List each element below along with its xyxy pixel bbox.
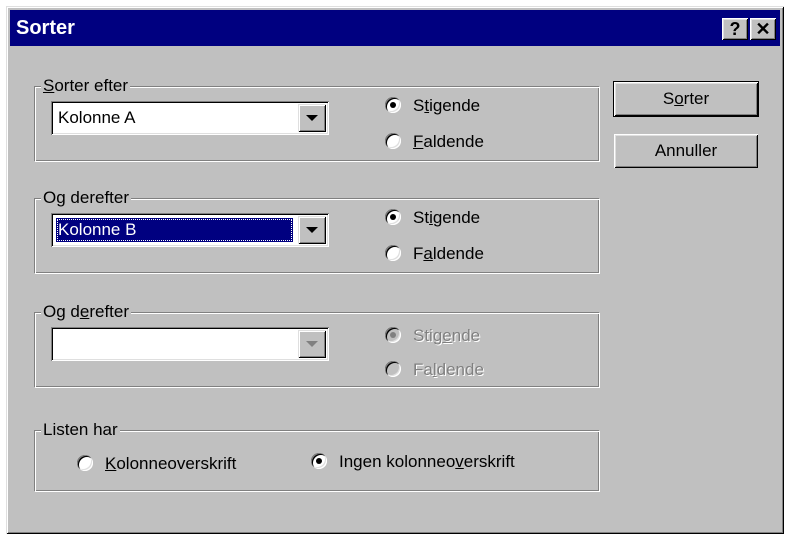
radio-icon bbox=[385, 97, 401, 113]
then-by-legend-2: Og derefter bbox=[41, 301, 132, 323]
then-by-combo-1-value: Kolonne B bbox=[56, 218, 293, 242]
then-by-1-ascending-label: Stigende bbox=[413, 208, 481, 227]
then-by-2-descending-label: Faldende bbox=[413, 360, 484, 379]
sort-by-legend: Sorter efter bbox=[41, 75, 131, 97]
sort-button[interactable]: Sorter bbox=[613, 81, 759, 117]
radio-icon bbox=[385, 361, 401, 377]
sort-by-ascending-label: Stigende bbox=[413, 96, 481, 115]
then-by-group-2: Og derefter Stigende Faldende bbox=[34, 301, 600, 388]
then-by-group-1: Og derefter Kolonne B Stigende Faldende bbox=[34, 187, 600, 274]
sort-dialog: Sorter ? ✕ Sorter efter Kolonne A Stigen… bbox=[6, 6, 784, 534]
then-by-combo-1[interactable]: Kolonne B bbox=[51, 213, 329, 247]
sort-by-combo[interactable]: Kolonne A bbox=[51, 101, 329, 135]
radio-icon bbox=[311, 453, 327, 469]
radio-icon bbox=[385, 133, 401, 149]
sort-by-descending-label: Faldende bbox=[413, 132, 484, 151]
cancel-button[interactable]: Annuller bbox=[614, 134, 758, 168]
then-by-1-descending-label: Faldende bbox=[413, 244, 484, 263]
close-button[interactable]: ✕ bbox=[750, 18, 776, 40]
then-by-legend-1: Og derefter bbox=[41, 187, 132, 209]
radio-icon bbox=[385, 327, 401, 343]
chevron-down-icon[interactable] bbox=[298, 330, 326, 358]
chevron-down-icon[interactable] bbox=[298, 216, 326, 244]
radio-icon bbox=[385, 245, 401, 261]
list-has-legend: Listen har bbox=[41, 419, 120, 441]
sort-by-group: Sorter efter Kolonne A Stigende Faldende bbox=[34, 75, 600, 162]
then-by-combo-2[interactable] bbox=[51, 327, 329, 361]
then-by-2-ascending-label: Stigende bbox=[413, 326, 481, 345]
chevron-down-icon[interactable] bbox=[298, 104, 326, 132]
column-header-label: Kolonneoverskrift bbox=[105, 454, 237, 473]
help-button[interactable]: ? bbox=[722, 18, 748, 40]
then-by-combo-2-value bbox=[56, 332, 293, 356]
title-bar: Sorter ? ✕ bbox=[10, 10, 780, 46]
sort-by-combo-value: Kolonne A bbox=[58, 108, 136, 127]
dialog-title: Sorter bbox=[16, 17, 75, 39]
radio-icon bbox=[385, 209, 401, 225]
radio-icon bbox=[77, 455, 93, 471]
no-column-header-label: Ingen kolonneoverskrift bbox=[339, 452, 515, 471]
list-has-group: Listen har Kolonneoverskrift Ingen kolon… bbox=[34, 419, 600, 492]
